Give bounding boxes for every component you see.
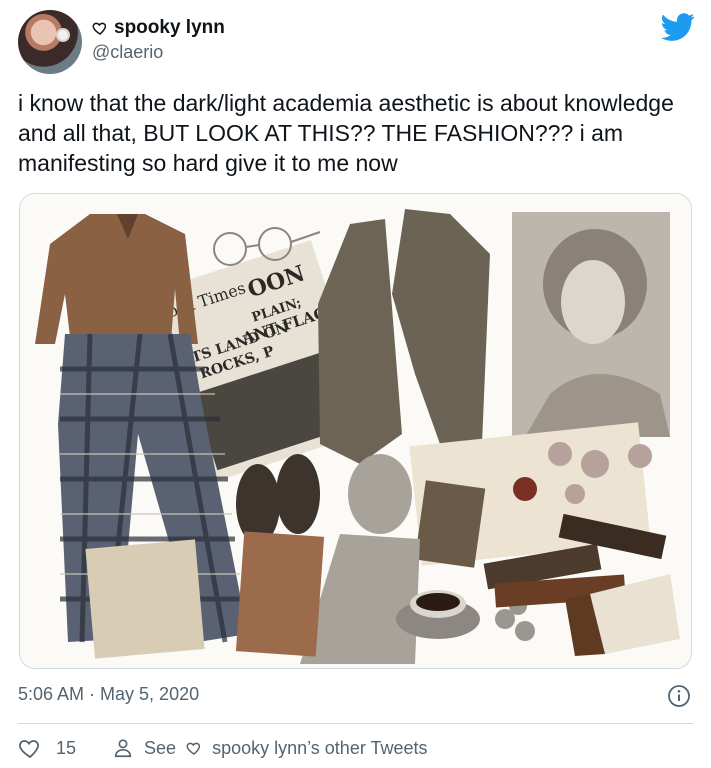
person-icon: [114, 739, 132, 758]
avatar-flower: [58, 30, 68, 40]
academia-collage: ork Times OON PLAIN; ANT FLAG UTS LAND O…: [20, 194, 691, 668]
name-row[interactable]: spooky lynn: [92, 16, 225, 40]
user-block: spooky lynn @claerio: [92, 16, 225, 63]
like-count: 15: [56, 737, 77, 758]
like-button[interactable]: 15: [18, 736, 76, 760]
avatar[interactable]: [18, 10, 82, 74]
vintage-portrait: [512, 212, 670, 437]
vintage-photo: [414, 480, 486, 568]
see-prefix: See: [144, 737, 177, 758]
postcards: [85, 539, 205, 659]
tweet-actions: 15 See spooky lynn’s other Tweets: [18, 735, 428, 761]
tweet-text: i know that the dark/light academia aest…: [18, 90, 674, 176]
heart-icon: [92, 22, 107, 35]
info-icon[interactable]: [667, 684, 691, 708]
user-handle[interactable]: @claerio: [92, 42, 225, 63]
tweet-media-image[interactable]: ork Times OON PLAIN; ANT FLAG UTS LAND O…: [19, 193, 692, 669]
twitter-bird-icon[interactable]: [661, 10, 695, 44]
heart-icon: [19, 740, 39, 759]
heart-icon: [186, 742, 201, 755]
tweet-card: spooky lynn @claerio i know that the dar…: [0, 0, 711, 768]
divider: [18, 723, 693, 724]
display-name[interactable]: spooky lynn: [114, 17, 225, 39]
tweet-timestamp[interactable]: 5:06 AM · May 5, 2020: [18, 684, 199, 705]
see-other-tweets-link[interactable]: See spooky lynn’s other Tweets: [112, 737, 428, 759]
see-suffix: spooky lynn’s other Tweets: [212, 737, 428, 758]
